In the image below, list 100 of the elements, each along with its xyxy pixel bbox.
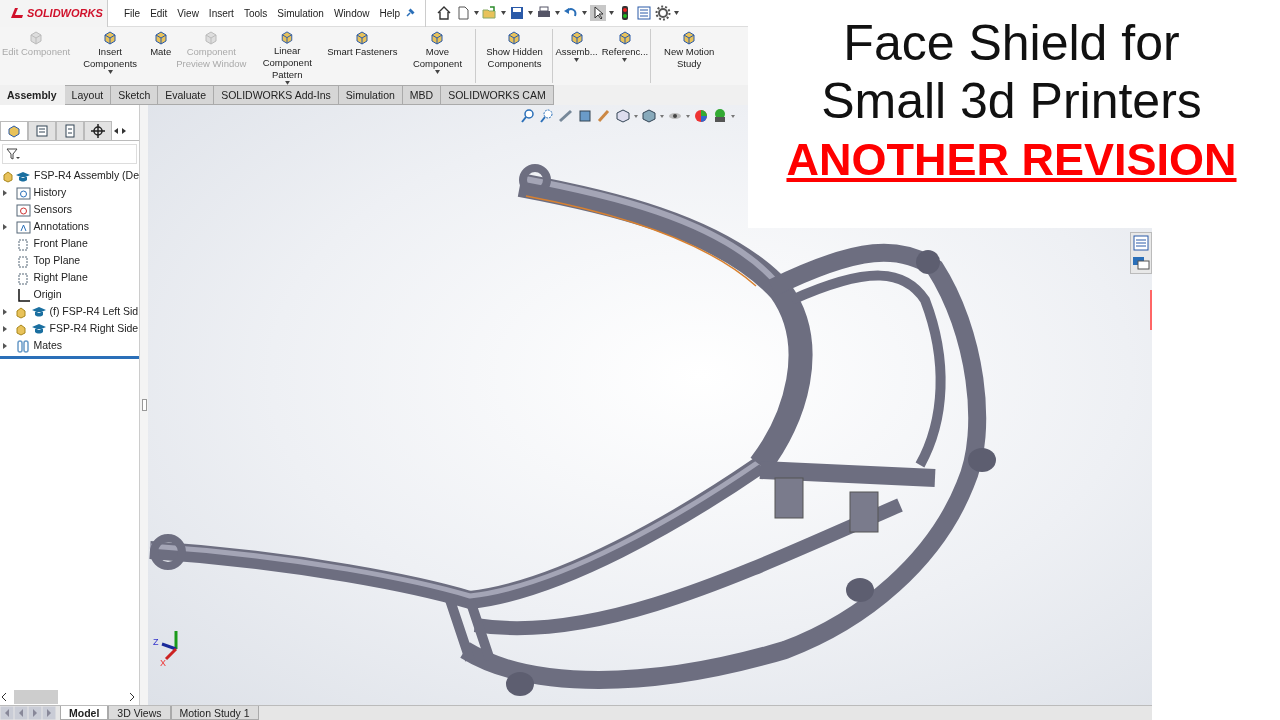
tree-item[interactable]: Right Plane <box>33 269 88 286</box>
panel-tab[interactable] <box>6 123 22 139</box>
plane-icon <box>15 236 31 251</box>
list-icon[interactable] <box>1131 233 1151 253</box>
caret-icon <box>674 11 680 15</box>
command-button[interactable]: Insert Components <box>72 27 149 85</box>
command-button[interactable]: Linear Component Pattern <box>249 27 326 85</box>
history-folder-icon <box>15 185 31 200</box>
tree-item[interactable]: Front Plane <box>33 235 88 252</box>
annotation-folder-icon <box>15 219 31 234</box>
command-button[interactable]: Referenc... <box>599 27 651 85</box>
menu-item[interactable]: File <box>119 5 146 21</box>
tree-item[interactable]: Annotations <box>33 218 89 235</box>
command-button[interactable]: New Motion Study <box>651 27 728 85</box>
logo-icon <box>10 7 24 19</box>
expand-arrow-icon[interactable] <box>3 325 7 332</box>
expand-arrow-icon[interactable] <box>3 223 7 230</box>
tree-item[interactable]: Origin <box>33 286 62 303</box>
expand-arrow-icon[interactable] <box>3 342 7 349</box>
menu-item[interactable]: Insert <box>203 5 239 21</box>
component-icon <box>429 30 446 46</box>
scroll-right-icon[interactable] <box>120 126 128 135</box>
panel-tab[interactable] <box>90 123 106 139</box>
tree-item[interactable]: Sensors <box>33 201 73 218</box>
menu-item[interactable]: Edit <box>145 5 173 21</box>
tree-item[interactable]: FSP-R4 Right Side <box>49 320 139 337</box>
caret-icon <box>474 11 480 15</box>
settings-icon[interactable] <box>655 5 672 21</box>
home-icon[interactable] <box>436 5 453 21</box>
caret-icon <box>634 114 638 118</box>
caret-icon <box>660 114 664 118</box>
zoom-icon[interactable] <box>520 108 536 124</box>
sensor-folder-icon <box>15 202 31 217</box>
axis-label: X <box>160 658 166 667</box>
component-icon <box>102 30 119 46</box>
edge-marker <box>1150 290 1152 330</box>
slide-title: Face Shield for <box>843 14 1180 72</box>
splitter-handle-icon[interactable] <box>141 399 147 411</box>
graduation-cap-icon <box>30 304 47 317</box>
scroll-left-icon[interactable] <box>0 692 8 702</box>
graduation-cap-icon <box>15 169 31 182</box>
menu-item[interactable]: Help <box>374 5 406 21</box>
component-icon <box>681 30 698 46</box>
graduation-cap-icon <box>30 321 47 334</box>
pin-icon <box>405 8 416 18</box>
tab[interactable]: SOLIDWORKS CAM <box>441 85 554 105</box>
component-icon <box>616 30 633 46</box>
expand-arrow-icon[interactable] <box>3 189 7 196</box>
caret-icon <box>686 114 690 118</box>
filter-field[interactable] <box>2 144 137 164</box>
component-icon <box>203 30 220 46</box>
command-button[interactable]: Mate <box>148 27 174 85</box>
scroll-right-icon[interactable] <box>128 692 136 702</box>
component-icon <box>28 30 45 46</box>
open-folder-icon[interactable] <box>482 5 499 21</box>
tab[interactable]: SOLIDWORKS Add-Ins <box>214 85 339 105</box>
command-button[interactable]: Show Hidden Components <box>476 27 553 85</box>
command-button[interactable]: Assemb... <box>553 27 600 85</box>
zoom-area-icon[interactable] <box>539 108 555 124</box>
tab[interactable]: Simulation <box>338 85 403 105</box>
tab[interactable]: Motion Study 1 <box>170 706 259 720</box>
tab[interactable]: 3D Views <box>108 706 171 720</box>
component-icon <box>568 30 585 46</box>
scrollbar-thumb[interactable] <box>14 690 58 704</box>
tree-item[interactable]: (f) FSP-R4 Left Sid <box>49 303 139 320</box>
caret-icon <box>555 11 561 15</box>
axis-label: Z <box>153 637 159 647</box>
plane-icon <box>15 253 31 268</box>
component-icon <box>354 30 371 46</box>
tab[interactable]: Evaluate <box>158 85 215 105</box>
command-button[interactable]: Smart Fasteners <box>325 27 400 85</box>
caret-icon <box>609 11 615 15</box>
save-icon[interactable] <box>509 5 526 21</box>
menu-item[interactable]: Window <box>328 5 375 21</box>
tree-item[interactable]: FSP-R4 Assembly (De <box>33 167 139 184</box>
filter-icon <box>6 148 20 160</box>
component-icon <box>506 30 523 46</box>
caret-icon <box>582 11 588 15</box>
caret-icon <box>731 114 735 118</box>
logo-text: SOLIDWORKS <box>27 5 103 21</box>
tree-item[interactable]: Top Plane <box>33 252 81 269</box>
tab[interactable]: Sketch <box>111 85 159 105</box>
expand-arrow-icon[interactable] <box>3 308 7 315</box>
tree-item[interactable]: History <box>33 184 67 201</box>
paperclip-icon <box>15 338 31 353</box>
slide-title: Small 3d Printers <box>821 72 1202 130</box>
component-icon <box>152 30 169 46</box>
tab[interactable]: Model <box>60 706 109 720</box>
tree-item[interactable]: Mates <box>33 337 63 354</box>
origin-icon <box>15 287 31 302</box>
caret-icon <box>528 11 534 15</box>
tab[interactable]: Layout <box>64 85 112 105</box>
command-button[interactable]: Move Component <box>399 27 476 85</box>
menu-item[interactable]: View <box>172 5 204 21</box>
appearance-icon[interactable] <box>693 108 709 124</box>
menu-item[interactable]: Simulation <box>272 5 329 21</box>
plane-icon <box>15 270 31 285</box>
tab[interactable]: MBD <box>402 85 442 105</box>
menu-item[interactable]: Tools <box>238 5 273 21</box>
caret-icon <box>501 11 507 15</box>
